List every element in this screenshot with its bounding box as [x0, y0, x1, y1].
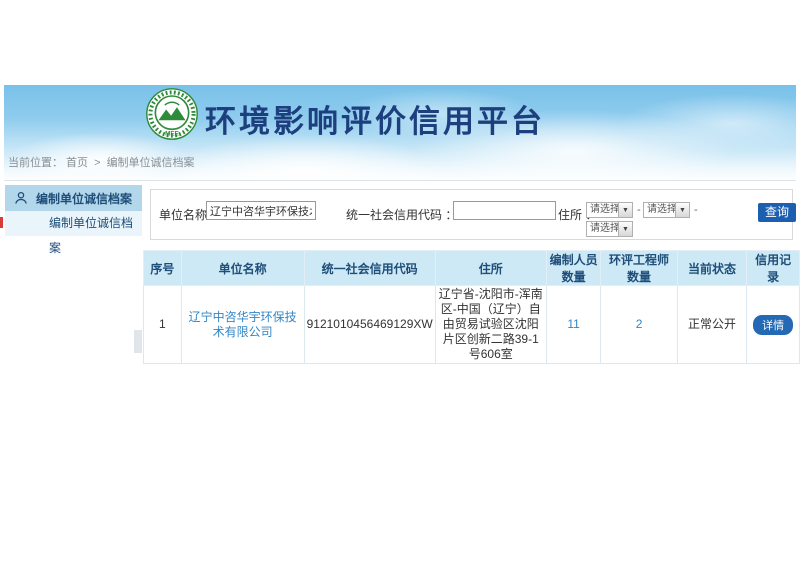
col-status: 当前状态: [677, 251, 746, 286]
city-select-value: 请选择: [644, 203, 675, 217]
breadcrumb-separator: >: [94, 157, 100, 169]
active-item-marker: [0, 217, 3, 228]
user-icon: [14, 191, 28, 205]
col-engineer-count: 环评工程师数量: [601, 251, 677, 286]
search-panel: 单位名称 ： 统一社会信用代码 ： 住所 ： 请选择 ▼ - 请选择 ▼ - 请…: [150, 189, 793, 240]
credit-code-input[interactable]: [453, 201, 556, 220]
row-status: 正常公开: [677, 286, 746, 364]
address-dash-2: -: [694, 204, 698, 216]
row-credit-code: 9121010456469129XW: [304, 286, 435, 364]
breadcrumb-current: 编制单位诚信档案: [107, 157, 195, 169]
address-district-select[interactable]: 请选择 ▼: [586, 221, 633, 237]
engineer-count-link[interactable]: 2: [636, 317, 643, 331]
province-select-value: 请选择: [587, 203, 618, 217]
sidebar-section-header[interactable]: 编制单位诚信档案: [5, 185, 142, 211]
col-index: 序号: [144, 251, 182, 286]
district-select-value: 请选择: [587, 222, 618, 236]
mee-logo-icon: MEE: [145, 87, 199, 141]
chevron-down-icon[interactable]: ▼: [618, 203, 632, 217]
row-address: 辽宁省-沈阳市-浑南区-中国（辽宁）自由贸易试验区沈阳片区创新二路39-1号60…: [435, 286, 546, 364]
chevron-down-icon[interactable]: ▼: [618, 222, 632, 236]
breadcrumb-home-link[interactable]: 首页: [66, 157, 88, 169]
row-index: 1: [144, 286, 182, 364]
company-name-link[interactable]: 辽宁中咨华宇环保技术有限公司: [189, 310, 297, 339]
sidebar-scrollbar[interactable]: [134, 330, 142, 353]
staff-count-link[interactable]: 11: [567, 317, 579, 331]
col-credit-code: 统一社会信用代码: [304, 251, 435, 286]
table-row: 1 辽宁中咨华宇环保技术有限公司 9121010456469129XW 辽宁省-…: [144, 286, 800, 364]
address-city-select[interactable]: 请选择 ▼: [643, 202, 690, 218]
breadcrumb-prefix: 当前位置：: [8, 157, 63, 169]
address-province-select[interactable]: 请选择 ▼: [586, 202, 633, 218]
svg-text:MEE: MEE: [165, 131, 179, 138]
results-table: 序号 单位名称 统一社会信用代码 住所 编制人员数量 环评工程师数量 当前状态 …: [143, 250, 800, 364]
sidebar: 编制单位诚信档案 编制单位诚信档案: [5, 185, 142, 353]
unit-name-input[interactable]: [206, 201, 316, 220]
chevron-down-icon[interactable]: ▼: [675, 203, 689, 217]
col-credit-record: 信用记录: [747, 251, 800, 286]
col-address: 住所: [435, 251, 546, 286]
sidebar-item-archives[interactable]: 编制单位诚信档案: [5, 211, 142, 236]
table-header-row: 序号 单位名称 统一社会信用代码 住所 编制人员数量 环评工程师数量 当前状态 …: [144, 251, 800, 286]
col-staff-count: 编制人员数量: [546, 251, 601, 286]
header-divider: [4, 180, 796, 181]
breadcrumb: 当前位置：首页 > 编制单位诚信档案: [8, 154, 198, 170]
col-unit-name: 单位名称: [181, 251, 304, 286]
detail-button[interactable]: 详情: [753, 315, 793, 335]
sidebar-section-label: 编制单位诚信档案: [36, 190, 132, 207]
page-title: 环境影响评价信用平台: [205, 96, 545, 141]
credit-code-label: 统一社会信用代码 ：: [346, 206, 457, 223]
query-button[interactable]: 查询: [758, 203, 796, 222]
address-dash-1: -: [637, 204, 641, 216]
